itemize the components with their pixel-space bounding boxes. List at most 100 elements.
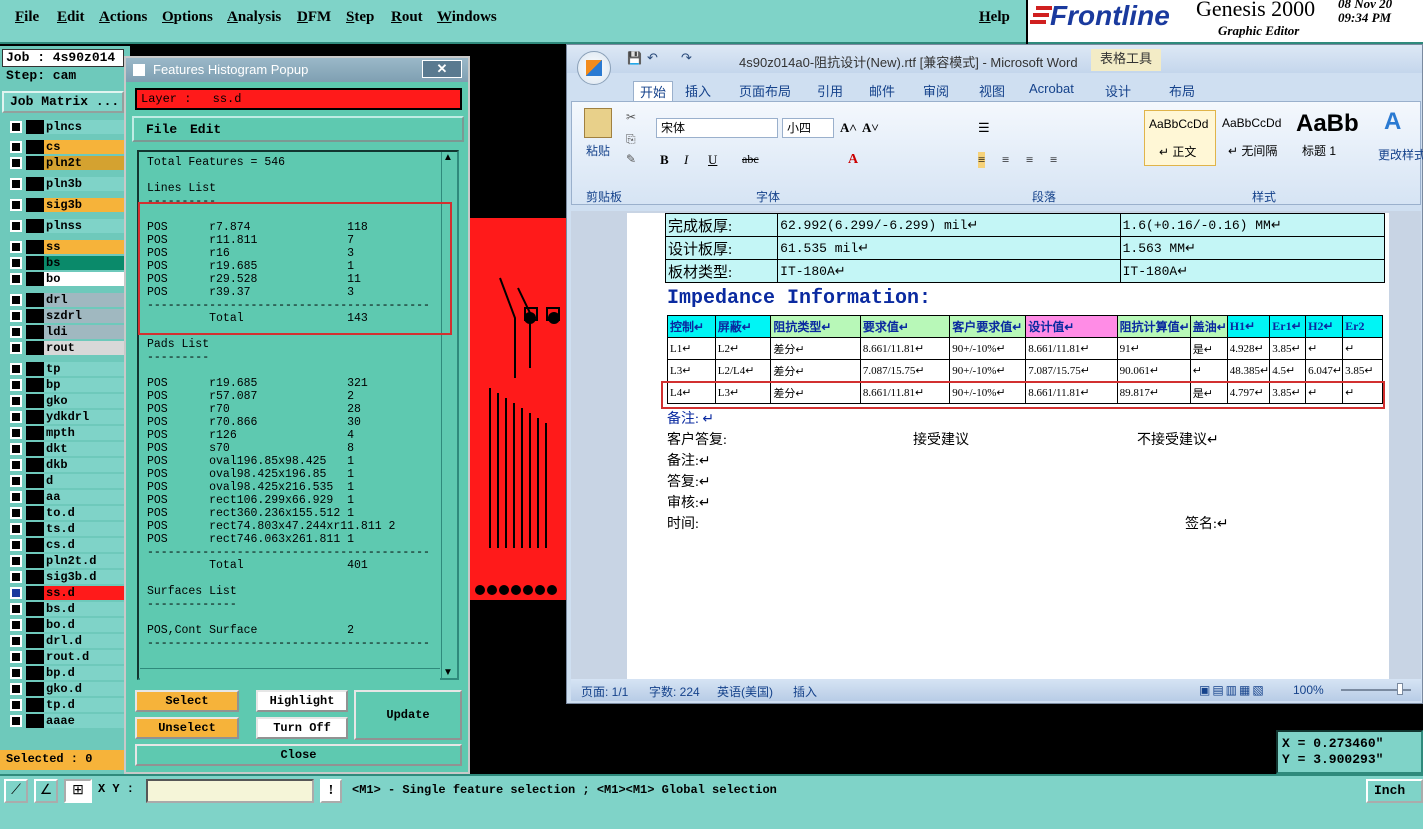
menu-windows[interactable]: Windows bbox=[437, 9, 497, 26]
popup-titlebar[interactable]: Features Histogram Popup ✕ bbox=[126, 58, 468, 82]
menu-analysis[interactable]: Analysis bbox=[227, 9, 281, 26]
layer-row[interactable]: drl bbox=[4, 293, 124, 307]
layer-row[interactable]: ts.d bbox=[4, 522, 124, 536]
layer-checkbox[interactable] bbox=[10, 635, 22, 647]
layer-name[interactable]: drl bbox=[44, 293, 124, 307]
office-button[interactable] bbox=[577, 51, 611, 85]
ribbon-tab[interactable]: 引用 bbox=[817, 81, 843, 100]
job-matrix-button[interactable]: Job Matrix ... bbox=[2, 91, 124, 113]
layer-name[interactable]: drl.d bbox=[44, 634, 124, 648]
view-buttons-icon[interactable]: ▣▤▥▦▧ bbox=[1199, 683, 1266, 697]
ribbon-tab[interactable]: 布局 bbox=[1169, 81, 1195, 100]
layer-row[interactable]: bs.d bbox=[4, 602, 124, 616]
layer-name[interactable]: d bbox=[44, 474, 124, 488]
layer-row[interactable]: ldi bbox=[4, 325, 124, 339]
page-count[interactable]: 页面: 1/1 bbox=[581, 683, 628, 700]
bold-icon[interactable]: B bbox=[660, 152, 669, 168]
layer-name[interactable]: mpth bbox=[44, 426, 124, 440]
strikethrough-icon[interactable]: abc bbox=[742, 152, 759, 167]
layer-checkbox[interactable] bbox=[10, 571, 22, 583]
italic-icon[interactable]: I bbox=[684, 152, 688, 168]
layer-row[interactable]: bs bbox=[4, 256, 124, 270]
layer-row[interactable]: bo.d bbox=[4, 618, 124, 632]
layer-name[interactable]: bo.d bbox=[44, 618, 124, 632]
layer-checkbox[interactable] bbox=[10, 539, 22, 551]
align-center-icon[interactable]: ≡ bbox=[1002, 152, 1009, 168]
menu-rout[interactable]: Rout bbox=[391, 9, 423, 26]
menu-help[interactable]: Help bbox=[979, 9, 1010, 26]
layer-name[interactable]: dkt bbox=[44, 442, 124, 456]
popup-menu-file[interactable]: File bbox=[146, 122, 177, 137]
layer-checkbox[interactable] bbox=[10, 220, 22, 232]
layer-checkbox[interactable] bbox=[10, 715, 22, 727]
save-icon[interactable]: 💾 bbox=[627, 51, 642, 66]
unselect-button[interactable]: Unselect bbox=[135, 717, 239, 739]
layer-name[interactable]: bp.d bbox=[44, 666, 124, 680]
layer-checkbox[interactable] bbox=[10, 459, 22, 471]
layer-checkbox[interactable] bbox=[10, 603, 22, 615]
layer-checkbox[interactable] bbox=[10, 294, 22, 306]
layer-name[interactable]: ydkdrl bbox=[44, 410, 124, 424]
layer-checkbox[interactable] bbox=[10, 395, 22, 407]
layer-checkbox[interactable] bbox=[10, 555, 22, 567]
layer-name[interactable]: rout bbox=[44, 341, 124, 355]
layer-checkbox[interactable] bbox=[10, 699, 22, 711]
layer-name[interactable]: to.d bbox=[44, 506, 124, 520]
language[interactable]: 英语(美国) bbox=[717, 683, 773, 700]
layer-name[interactable]: ts.d bbox=[44, 522, 124, 536]
layer-name[interactable]: plncs bbox=[44, 120, 124, 134]
layer-checkbox[interactable] bbox=[10, 379, 22, 391]
layer-row[interactable]: pln2t.d bbox=[4, 554, 124, 568]
layer-checkbox[interactable] bbox=[10, 523, 22, 535]
units-button[interactable]: Inch bbox=[1366, 779, 1423, 803]
layer-name[interactable]: rout.d bbox=[44, 650, 124, 664]
ribbon-tab[interactable]: 开始 bbox=[633, 81, 674, 101]
highlight-button[interactable]: Highlight bbox=[256, 690, 348, 712]
layer-checkbox[interactable] bbox=[10, 443, 22, 455]
paste-icon[interactable] bbox=[584, 108, 612, 138]
horizontal-scrollbar[interactable] bbox=[140, 668, 440, 680]
layer-name[interactable]: sig3b.d bbox=[44, 570, 124, 584]
layer-checkbox[interactable] bbox=[10, 411, 22, 423]
underline-icon[interactable]: U bbox=[708, 152, 717, 168]
xy-input[interactable] bbox=[146, 779, 314, 803]
close-icon[interactable]: ✕ bbox=[422, 60, 462, 78]
layer-name[interactable]: ss.d bbox=[44, 586, 124, 600]
layer-name[interactable]: ss bbox=[44, 240, 124, 254]
layer-name[interactable]: cs bbox=[44, 140, 124, 154]
document-page[interactable]: 完成板厚: 62.992(6.299/-6.299) mil↵ 1.6(+0.16/… bbox=[627, 213, 1389, 679]
layer-name[interactable]: szdrl bbox=[44, 309, 124, 323]
layer-checkbox[interactable] bbox=[10, 141, 22, 153]
layer-row[interactable]: aa bbox=[4, 490, 124, 504]
snap-icon[interactable]: ⟋ bbox=[4, 779, 28, 803]
board-canvas[interactable] bbox=[470, 218, 570, 600]
font-name-select[interactable]: 宋体 bbox=[656, 118, 778, 138]
layer-checkbox[interactable] bbox=[10, 310, 22, 322]
layer-row[interactable]: tp bbox=[4, 362, 124, 376]
popup-menu-edit[interactable]: Edit bbox=[190, 122, 221, 137]
insert-mode[interactable]: 插入 bbox=[793, 683, 817, 700]
zoom-level[interactable]: 100% bbox=[1293, 683, 1324, 697]
copy-icon[interactable]: ⎘ bbox=[626, 132, 636, 147]
layer-checkbox[interactable] bbox=[10, 273, 22, 285]
undo-icon[interactable]: ↶ bbox=[647, 50, 658, 66]
menu-file[interactable]: File bbox=[15, 9, 39, 26]
measure-icon[interactable]: ∠ bbox=[34, 779, 58, 803]
menu-edit[interactable]: Edit bbox=[57, 9, 85, 26]
layer-name[interactable]: gko bbox=[44, 394, 124, 408]
ribbon-tab[interactable]: Acrobat bbox=[1029, 81, 1074, 96]
menu-actions[interactable]: Actions bbox=[99, 9, 147, 26]
style-normal[interactable]: AaBbCcDd ↵ 正文 bbox=[1144, 110, 1216, 166]
layer-row[interactable]: pln3b bbox=[4, 177, 124, 191]
ribbon-tab[interactable]: 邮件 bbox=[869, 81, 895, 100]
layer-name[interactable]: ldi bbox=[44, 325, 124, 339]
layer-row[interactable]: szdrl bbox=[4, 309, 124, 323]
layer-checkbox[interactable] bbox=[10, 427, 22, 439]
warning-icon[interactable]: ! bbox=[320, 779, 342, 803]
style-no-spacing[interactable]: AaBbCcDd ↵ 无间隔 bbox=[1218, 110, 1290, 166]
layer-name[interactable]: pln3b bbox=[44, 177, 124, 191]
layer-checkbox[interactable] bbox=[10, 363, 22, 375]
cut-icon[interactable]: ✂ bbox=[626, 110, 636, 125]
layer-name[interactable]: gko.d bbox=[44, 682, 124, 696]
layer-row[interactable]: drl.d bbox=[4, 634, 124, 648]
